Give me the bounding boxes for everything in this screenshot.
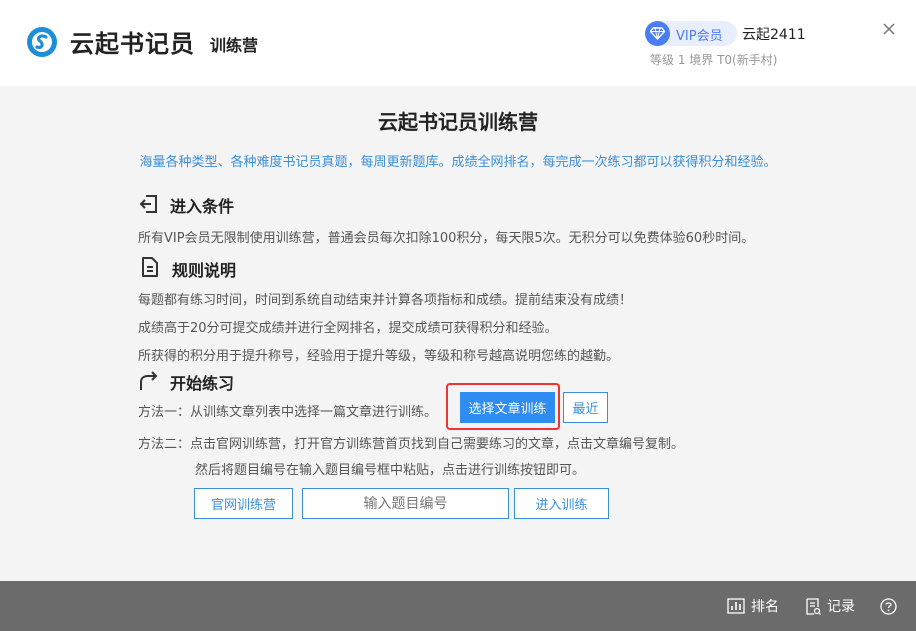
record-icon bbox=[806, 597, 821, 615]
select-article-button[interactable]: 选择文章训练 bbox=[460, 392, 555, 423]
vip-badge[interactable]: VIP会员 bbox=[645, 21, 737, 46]
method-two-text: 方法二：点击官网训练营，打开官方训练营首页找到自己需要练习的文章，点击文章编号复… bbox=[138, 437, 685, 452]
section-title-entry: 进入条件 bbox=[170, 197, 235, 216]
footer-bar: 排名 记录 bbox=[0, 581, 916, 631]
user-level: 等级 1 境界 T0(新手村) bbox=[650, 53, 778, 67]
rank-button[interactable]: 排名 bbox=[727, 597, 779, 615]
enter-icon bbox=[139, 195, 157, 213]
logo-icon bbox=[27, 27, 57, 57]
brand-title: 云起书记员 bbox=[70, 29, 195, 58]
section-title-start: 开始练习 bbox=[170, 374, 235, 393]
diamond-icon bbox=[645, 21, 670, 46]
method-two-continued: 然后将题目编号在输入题目编号框中粘贴，点击进行训练按钮即可。 bbox=[195, 463, 586, 478]
entry-text: 所有VIP会员无限制使用训练营，普通会员每次扣除100积分，每天限5次。无积分可… bbox=[138, 231, 755, 246]
bar-chart-icon bbox=[727, 598, 745, 614]
header: 云起书记员 训练营 VIP会员 云起2411 等级 1 境界 T0(新手村) bbox=[0, 0, 916, 86]
rules-line: 成绩高于20分可提交成绩并进行全网排名，提交成绩可获得积分和经验。 bbox=[138, 321, 558, 336]
section-title-rules: 规则说明 bbox=[172, 261, 237, 280]
document-icon bbox=[142, 257, 158, 277]
method-one-text: 方法一：从训练文章列表中选择一篇文章进行训练。 bbox=[138, 405, 438, 420]
user-name[interactable]: 云起2411 bbox=[742, 24, 806, 44]
brand-subtitle: 训练营 bbox=[210, 36, 259, 55]
rank-label: 排名 bbox=[751, 599, 779, 615]
vip-label: VIP会员 bbox=[676, 29, 723, 44]
help-button[interactable] bbox=[880, 597, 903, 615]
page-subtitle: 海量各种类型、各种难度书记员真题，每周更新题库。成绩全网排名，每完成一次练习都可… bbox=[139, 155, 777, 170]
record-button[interactable]: 记录 bbox=[805, 597, 855, 615]
record-label: 记录 bbox=[827, 599, 855, 615]
close-icon[interactable] bbox=[880, 20, 898, 38]
page-title: 云起书记员训练营 bbox=[378, 110, 538, 134]
help-icon bbox=[880, 597, 897, 615]
rules-line: 每题都有练习时间，时间到系统自动结束并计算各项指标和成绩。提前结束没有成绩！ bbox=[138, 293, 633, 308]
rules-line: 所获得的积分用于提升称号，经验用于提升等级，等级和称号越高说明您练的越勤。 bbox=[138, 349, 620, 364]
enter-training-button[interactable]: 进入训练 bbox=[514, 488, 609, 519]
article-id-input[interactable] bbox=[302, 488, 509, 519]
redo-arrow-icon bbox=[140, 371, 158, 390]
official-camp-button[interactable]: 官网训练营 bbox=[194, 488, 293, 519]
recent-button[interactable]: 最近 bbox=[563, 392, 608, 423]
